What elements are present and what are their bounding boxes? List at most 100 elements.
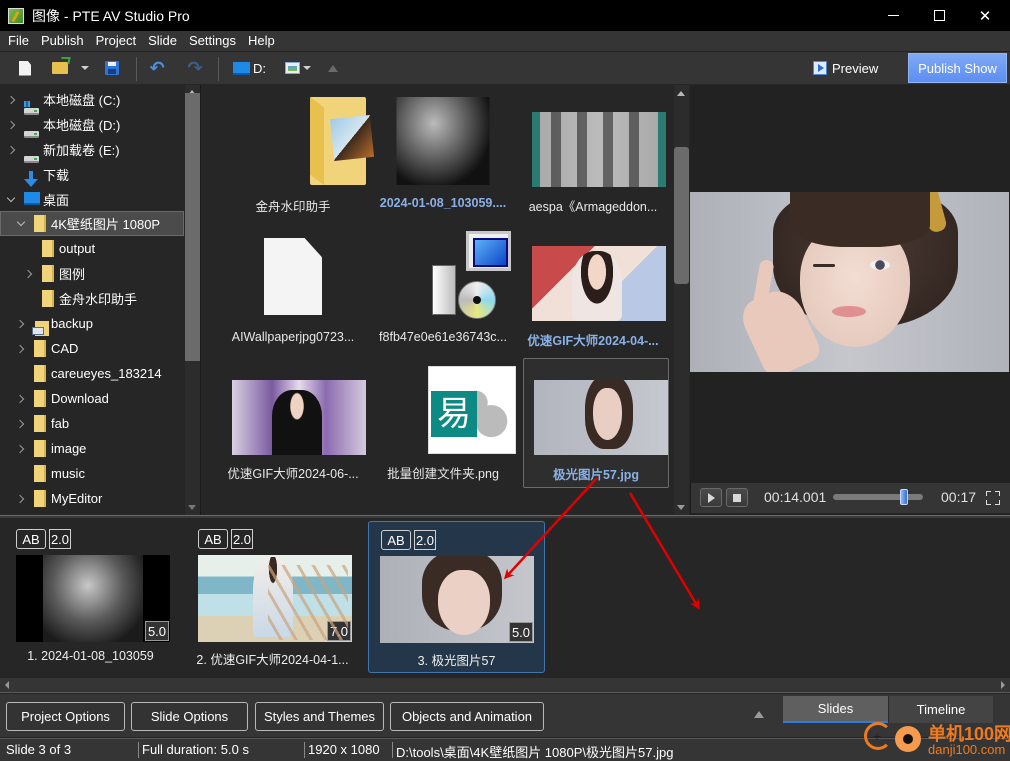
file-item-selected[interactable]: 极光图片57.jpg [523, 358, 669, 488]
tree-item-output[interactable]: output [0, 236, 184, 261]
scrollbar-thumb[interactable] [674, 147, 689, 284]
folder-icon [34, 490, 46, 507]
expand-chevron-icon[interactable] [23, 269, 33, 279]
new-document-icon [19, 60, 31, 76]
expand-chevron-icon[interactable] [6, 95, 16, 105]
menu-publish[interactable]: Publish [35, 31, 90, 51]
menu-settings[interactable]: Settings [183, 31, 242, 51]
new-project-button[interactable] [17, 58, 33, 78]
file-item[interactable]: 优速GIF大师2024-04-... [520, 223, 666, 353]
slide-duration-badge[interactable]: 5.0 [509, 622, 533, 642]
tree-item-download[interactable]: Download [0, 386, 184, 411]
minimize-button[interactable] [870, 0, 916, 31]
tree-item-downloads[interactable]: 下载 [0, 162, 184, 187]
tree-item-backup[interactable]: backup [0, 311, 184, 336]
status-slide-count: Slide 3 of 3 [6, 742, 72, 757]
redo-button[interactable]: ↷ [186, 58, 204, 78]
slide-card-selected[interactable]: AB 2.0 5.0 3. 极光图片57 [368, 521, 545, 673]
slides-scrollbar[interactable] [0, 678, 1010, 693]
scrollbar-thumb[interactable] [185, 93, 200, 361]
close-button[interactable]: ✕ [962, 0, 1008, 31]
drive-selector[interactable]: D: [233, 58, 266, 78]
slide-duration-badge[interactable]: 7.0 [327, 621, 351, 641]
file-item[interactable]: f8fb47e0e61e36743c... [370, 223, 516, 353]
collapse-chevron-icon[interactable] [16, 219, 26, 229]
tree-item-careueyes[interactable]: careueyes_183214 [0, 361, 184, 386]
tree-item-label: Download [51, 391, 109, 406]
transition-badge[interactable]: AB [16, 529, 46, 549]
stop-button[interactable] [726, 488, 748, 507]
file-item[interactable]: 2024-01-08_103059.... [370, 89, 516, 219]
collapse-chevron-icon[interactable] [6, 195, 16, 205]
tree-item-drive-c[interactable]: 本地磁盘 (C:) [0, 87, 184, 115]
expand-chevron-icon[interactable] [15, 444, 25, 454]
tree-item-drive-d[interactable]: 本地磁盘 (D:) [0, 112, 184, 138]
expand-chevron-icon[interactable] [15, 344, 25, 354]
slide-duration-badge[interactable]: 5.0 [145, 621, 169, 641]
menu-help[interactable]: Help [242, 31, 281, 51]
save-button[interactable] [104, 58, 120, 78]
file-grid-scrollbar[interactable] [674, 85, 689, 515]
tree-item-image[interactable]: image [0, 436, 184, 461]
tree-scrollbar[interactable] [185, 85, 200, 515]
objects-and-animation-button[interactable]: Objects and Animation [390, 702, 544, 731]
file-item[interactable]: AIWallpaperjpg0723... [220, 223, 366, 353]
tree-item-desktop[interactable]: 桌面 [0, 187, 184, 212]
slide-options-button[interactable]: Slide Options [131, 702, 248, 731]
tree-item-myeditor[interactable]: MyEditor [0, 486, 184, 511]
expand-chevron-icon[interactable] [15, 394, 25, 404]
collapse-panel-icon[interactable] [754, 711, 764, 718]
slide-card[interactable]: AB 2.0 5.0 1. 2024-01-08_103059 [2, 521, 179, 673]
minimize-icon [887, 15, 899, 16]
scroll-down-icon[interactable] [188, 505, 196, 510]
tree-item-cad[interactable]: CAD [0, 336, 184, 361]
tree-item-legend[interactable]: 图例 [0, 261, 184, 286]
file-item[interactable]: 批量创建文件夹.png [370, 357, 516, 487]
expand-chevron-icon[interactable] [6, 120, 16, 130]
scroll-left-icon[interactable] [5, 681, 9, 689]
transition-duration-badge[interactable]: 2.0 [414, 530, 436, 550]
scroll-down-icon[interactable] [677, 505, 685, 510]
seek-slider[interactable] [833, 489, 923, 505]
open-project-button[interactable] [51, 58, 69, 78]
tree-item-4k-wallpapers[interactable]: 4K壁纸图片 1080P [0, 211, 184, 236]
file-item[interactable]: 优速GIF大师2024-06-... [220, 357, 366, 487]
status-separator [392, 742, 393, 758]
fullscreen-icon[interactable] [986, 491, 1000, 505]
scroll-up-icon[interactable] [677, 91, 685, 96]
tree-item-label: music [51, 466, 85, 481]
project-options-button[interactable]: Project Options [6, 702, 125, 731]
portrait-thumbnail [534, 380, 668, 455]
expand-chevron-icon[interactable] [15, 419, 25, 429]
tree-item-music[interactable]: music [0, 461, 184, 486]
expand-chevron-icon[interactable] [15, 494, 25, 504]
maximize-button[interactable] [916, 0, 962, 31]
transition-duration-badge[interactable]: 2.0 [49, 529, 71, 549]
expand-chevron-icon[interactable] [6, 145, 16, 155]
transition-duration-badge[interactable]: 2.0 [231, 529, 253, 549]
publish-show-button[interactable]: Publish Show [908, 53, 1007, 83]
transition-badge[interactable]: AB [381, 530, 411, 550]
open-recent-dropdown[interactable] [80, 58, 90, 78]
styles-and-themes-button[interactable]: Styles and Themes [255, 702, 384, 731]
menu-bar: File Publish Project Slide Settings Help [0, 31, 1010, 51]
file-item[interactable]: aespa《Armageddon... [520, 89, 666, 219]
expand-chevron-icon[interactable] [15, 319, 25, 329]
view-mode-button[interactable] [285, 58, 311, 78]
undo-button[interactable]: ↶ [148, 58, 166, 78]
tree-item-drive-e[interactable]: 新加载卷 (E:) [0, 137, 184, 163]
play-button[interactable] [700, 488, 722, 507]
tree-item-fab[interactable]: fab [0, 411, 184, 436]
slide-card[interactable]: AB 2.0 7.0 2. 优速GIF大师2024-04-1... [184, 521, 361, 673]
scroll-right-icon[interactable] [1001, 681, 1005, 689]
file-item[interactable]: 金舟水印助手 [220, 89, 366, 219]
up-folder-button[interactable] [327, 58, 339, 78]
seek-handle[interactable] [900, 489, 909, 505]
menu-project[interactable]: Project [90, 31, 142, 51]
transition-badge[interactable]: AB [198, 529, 228, 549]
preview-button[interactable]: Preview [813, 58, 878, 78]
menu-file[interactable]: File [0, 31, 35, 51]
menu-slide[interactable]: Slide [142, 31, 183, 51]
slide-thumbnail: 5.0 [16, 555, 170, 642]
tree-item-watermark-helper[interactable]: 金舟水印助手 [0, 286, 184, 311]
